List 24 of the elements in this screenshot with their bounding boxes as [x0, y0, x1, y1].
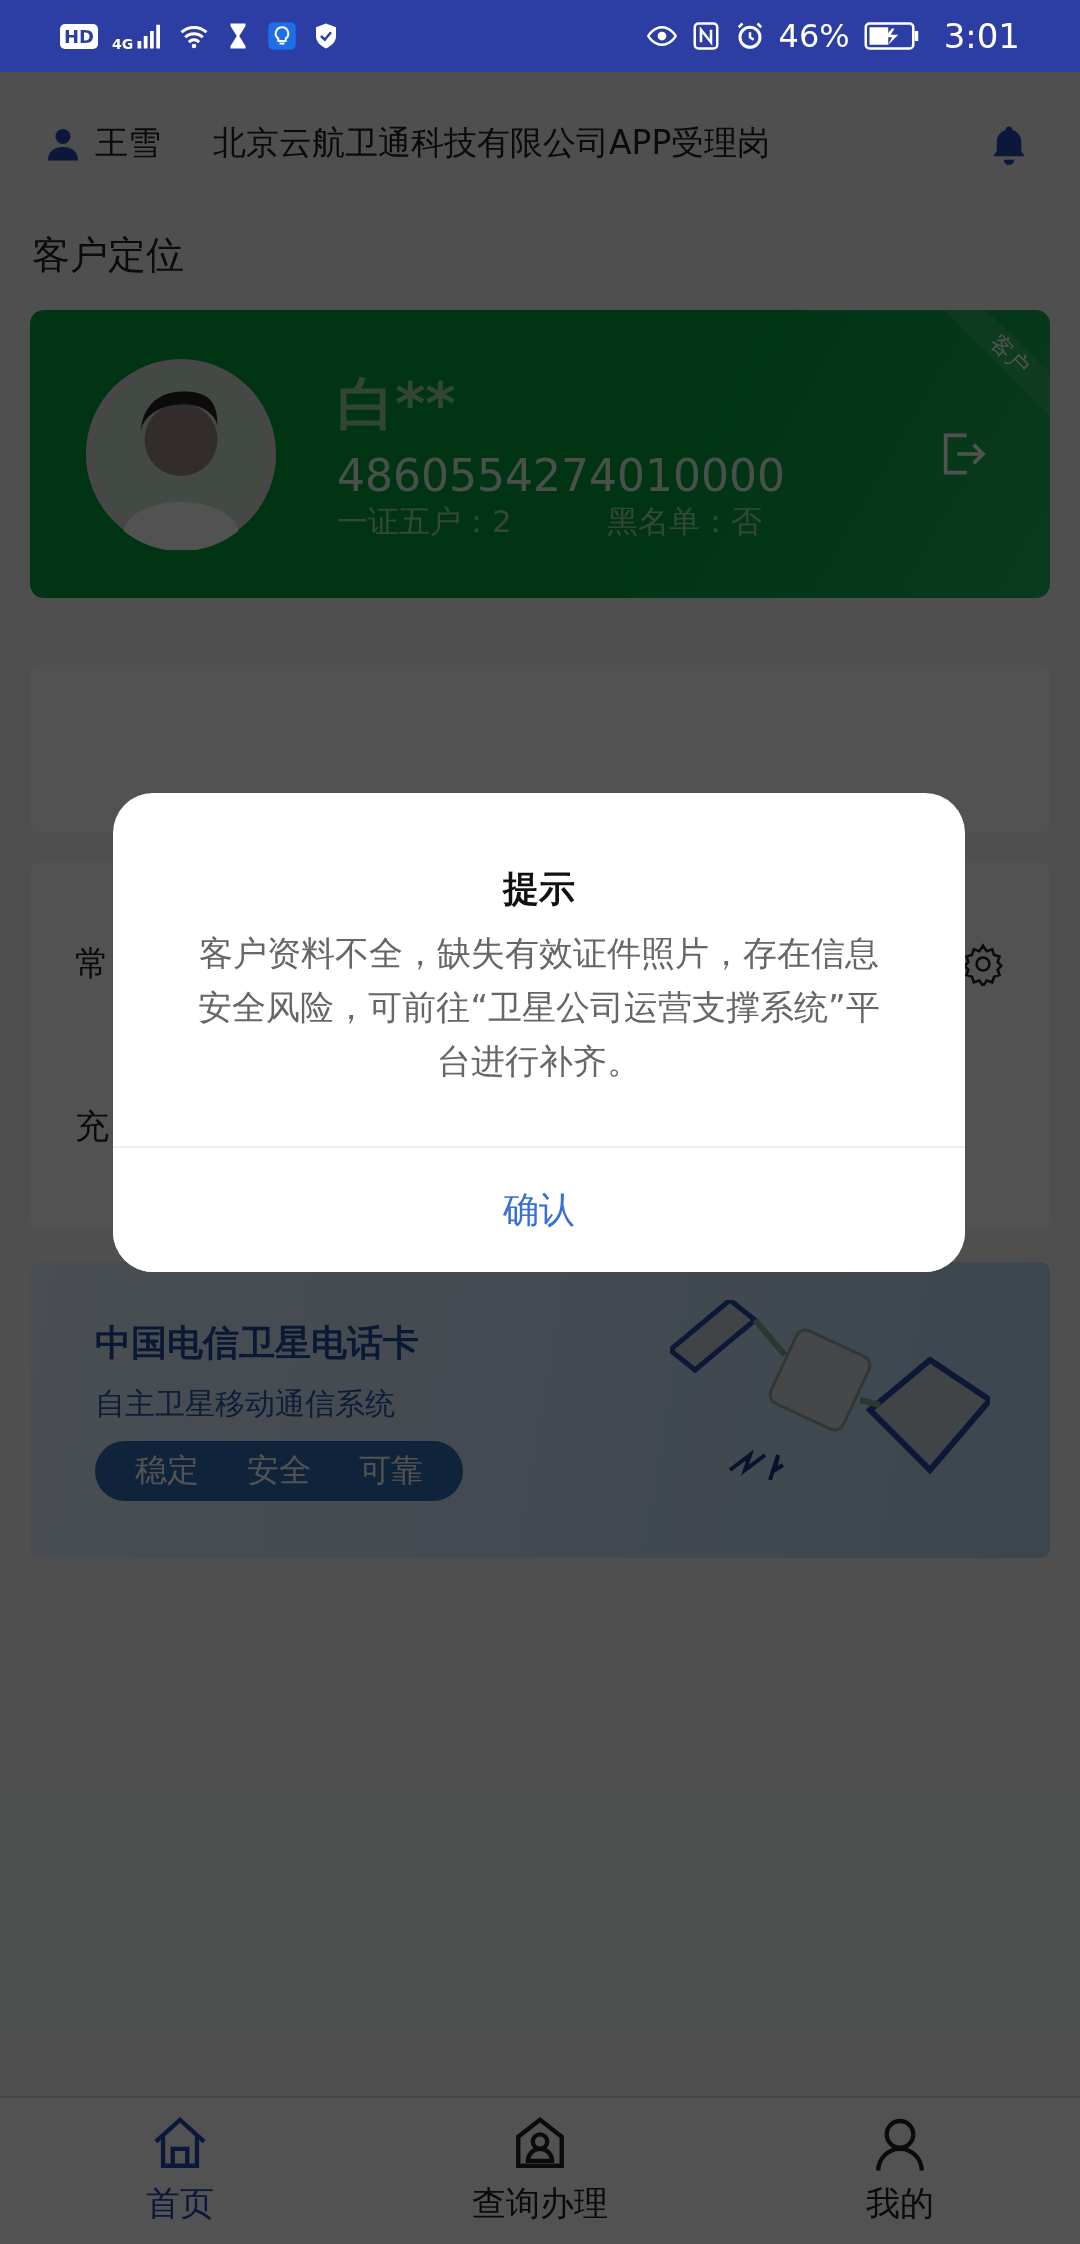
user-name: 王雪 [95, 122, 161, 164]
nav-tab[interactable]: 我的 [790, 2115, 1010, 2227]
menu-label[interactable]: 充 [75, 1103, 109, 1150]
network-label: 4G [112, 36, 134, 52]
nav-tab[interactable]: 首页 [70, 2115, 290, 2227]
menu-label[interactable]: 常 [75, 940, 109, 987]
banner-title: 中国电信卫星电话卡 [95, 1321, 420, 1365]
dialog-title: 提示 [503, 867, 575, 911]
dialog-message: 客户资料不全，缺失有效证件照片，存在信息安全风险，可前往“卫星公司运营支撑系统”平台进行补齐。 [197, 932, 881, 1083]
bulb-icon [267, 21, 298, 51]
hd-badge: HD [60, 23, 98, 49]
clock-time: 3:01 [943, 16, 1020, 56]
battery-percent: 46% [778, 17, 850, 55]
organization-name: 北京云航卫通科技有限公司APP受理岗 [213, 122, 772, 164]
battery-icon [863, 21, 920, 51]
feature-label: 稳定 [135, 1450, 199, 1491]
feature-label: 安全 [247, 1450, 311, 1491]
banner-subtitle: 自主卫星移动通信系统 [95, 1385, 396, 1423]
customer-number: 4860554274010000 [337, 449, 786, 501]
feature-label: 可靠 [359, 1450, 423, 1491]
section-title: 客户定位 [31, 232, 185, 279]
confirm-button[interactable]: 确认 [113, 1146, 965, 1272]
nav-tab[interactable]: 查询办理 [430, 2115, 650, 2227]
promo-banner[interactable]: 中国电信卫星电话卡 自主卫星移动通信系统 稳定 安全 可靠 [30, 1262, 1050, 1558]
